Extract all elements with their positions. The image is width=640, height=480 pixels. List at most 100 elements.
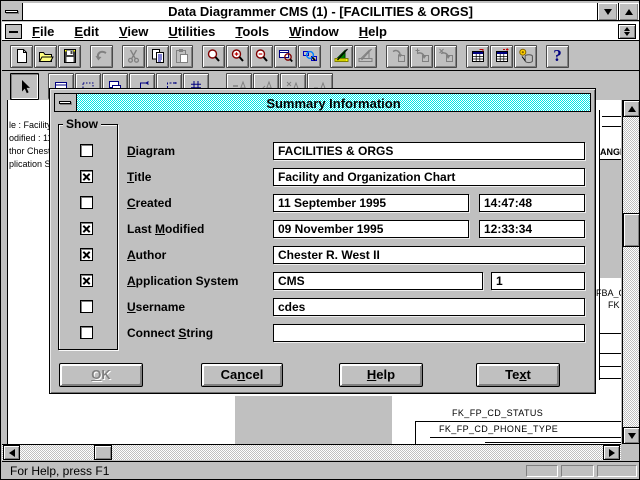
help-button[interactable]: ? (546, 45, 569, 68)
application-system-version-field[interactable]: 1 (491, 272, 585, 290)
dialog-title: Summary Information (77, 96, 590, 111)
diagram-checkbox[interactable] (80, 144, 93, 157)
row-last-modified: Last Modified 09 November 1995 12:33:34 (50, 220, 597, 238)
title-checkbox[interactable] (80, 170, 93, 183)
summary-fragment: odified : 11 S (9, 133, 51, 143)
author-field[interactable]: Chester R. West II (273, 246, 585, 264)
table-columns-button[interactable] (490, 45, 513, 68)
help-dialog-button[interactable]: Help (339, 363, 423, 387)
application-system-field[interactable]: CMS (273, 272, 483, 290)
new-icon (14, 48, 30, 64)
reroute-2-icon (414, 48, 430, 64)
row-author: Author Chester R. West II (50, 246, 597, 264)
reroute-1-button[interactable] (386, 45, 409, 68)
menu-file[interactable]: File (22, 24, 64, 39)
text-button[interactable]: Text (476, 363, 560, 387)
scroll-down-button[interactable] (623, 427, 640, 444)
connect-string-checkbox[interactable] (80, 326, 93, 339)
child-system-menu-button[interactable] (5, 24, 22, 39)
created-time-field[interactable]: 14:47:48 (479, 194, 585, 212)
db-objects-button[interactable] (514, 45, 537, 68)
last-modified-time-field[interactable]: 12:33:34 (479, 220, 585, 238)
horizontal-scrollbar[interactable] (2, 444, 621, 460)
scrollbar-corner (621, 444, 640, 460)
row-title: Title Facility and Organization Chart (50, 168, 597, 186)
zoom-in-button[interactable] (226, 45, 249, 68)
autolayout-button[interactable] (330, 45, 353, 68)
reroute-3-icon (438, 48, 454, 64)
undo-button[interactable] (90, 45, 113, 68)
restore-icon (624, 24, 630, 31)
entity-row-line (600, 333, 621, 334)
status-panel-2 (561, 465, 594, 477)
vertical-scroll-thumb[interactable] (623, 213, 640, 247)
db-objects-icon (518, 48, 534, 64)
child-system-menu-icon (9, 31, 18, 33)
new-button[interactable] (10, 45, 33, 68)
maximize-button[interactable] (618, 3, 638, 20)
scroll-left-button[interactable] (3, 445, 20, 460)
autolayout-alt-button[interactable] (354, 45, 377, 68)
ok-button[interactable]: OK (59, 363, 143, 387)
minimize-button[interactable] (597, 3, 617, 20)
entity-title-fragment: ANGEM (600, 147, 621, 157)
created-checkbox[interactable] (80, 196, 93, 209)
zoom-overview-button[interactable] (298, 45, 321, 68)
zoom-window-button[interactable] (274, 45, 297, 68)
connect-string-label: Connect String (127, 326, 213, 340)
paste-icon (174, 48, 190, 64)
reroute-3-button[interactable] (434, 45, 457, 68)
status-panel-3 (597, 465, 637, 477)
help-icon: ? (553, 48, 562, 64)
menu-window[interactable]: Window (279, 24, 349, 39)
fk-status-label: FK_FP_CD_STATUS (452, 408, 543, 418)
cancel-button[interactable]: Cancel (201, 363, 283, 387)
username-field[interactable]: cdes (273, 298, 585, 316)
cut-button[interactable] (122, 45, 145, 68)
zoom-in-icon (230, 48, 246, 64)
dialog-system-menu-button[interactable] (55, 94, 77, 111)
scroll-right-button[interactable] (603, 445, 620, 460)
menu-help[interactable]: Help (349, 24, 397, 39)
row-created: Created 11 September 1995 14:47:48 (50, 194, 597, 212)
scroll-up-button[interactable] (623, 100, 640, 117)
copy-button[interactable] (146, 45, 169, 68)
author-label: Author (127, 248, 166, 262)
open-button[interactable] (34, 45, 57, 68)
author-checkbox[interactable] (80, 248, 93, 261)
last-modified-checkbox[interactable] (80, 222, 93, 235)
undo-icon (94, 48, 110, 64)
diagram-field[interactable]: FACILITIES & ORGS (273, 142, 585, 160)
main-toolbar: ? (2, 42, 639, 71)
menu-utilities[interactable]: Utilities (158, 24, 225, 39)
last-modified-date-field[interactable]: 09 November 1995 (273, 220, 469, 238)
reroute-2-button[interactable] (410, 45, 433, 68)
title-field[interactable]: Facility and Organization Chart (273, 168, 585, 186)
menu-edit[interactable]: Edit (64, 24, 109, 39)
menu-view[interactable]: View (109, 24, 158, 39)
select-pointer-button[interactable] (10, 73, 39, 100)
created-date-field[interactable]: 11 September 1995 (273, 194, 469, 212)
scroll-right-icon (609, 449, 619, 457)
fk-underline (415, 421, 621, 422)
child-restore-button[interactable] (618, 24, 636, 39)
connect-string-field[interactable] (273, 324, 585, 342)
zoom-button[interactable] (202, 45, 225, 68)
table-definition-button[interactable] (466, 45, 489, 68)
horizontal-scroll-thumb[interactable] (94, 445, 112, 460)
scroll-up-icon (628, 102, 636, 112)
application-system-checkbox[interactable] (80, 274, 93, 287)
zoom-out-button[interactable] (250, 45, 273, 68)
paste-button[interactable] (170, 45, 193, 68)
fk-phone-type-label: FK_FP_CD_PHONE_TYPE (439, 424, 558, 434)
save-button[interactable] (58, 45, 81, 68)
select-pointer-icon (17, 79, 33, 95)
vertical-scrollbar[interactable] (622, 100, 639, 444)
row-application-system: Application System CMS 1 (50, 272, 597, 290)
show-group-label: Show (63, 117, 101, 131)
entity-row-line (600, 366, 621, 367)
dialog-title-bar[interactable]: Summary Information (54, 93, 591, 112)
cut-icon (126, 48, 142, 64)
menu-tools[interactable]: Tools (225, 24, 279, 39)
username-checkbox[interactable] (80, 300, 93, 313)
